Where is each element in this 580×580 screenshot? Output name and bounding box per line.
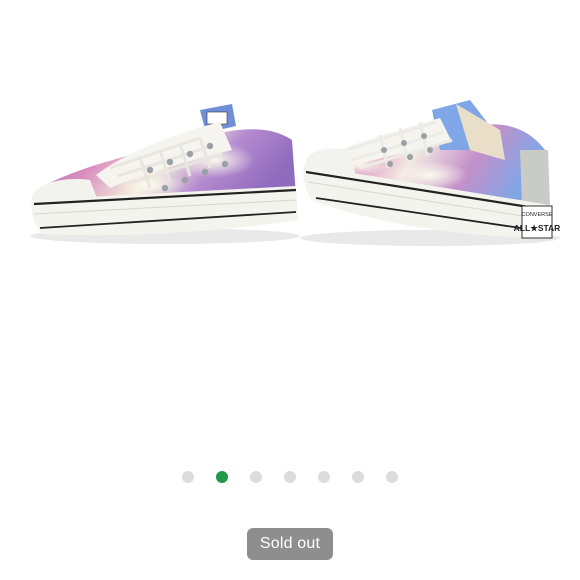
heel-tag-brand: CONVERSE bbox=[522, 212, 553, 218]
sneakers-illustration: CONVERSE ALL★STAR bbox=[30, 100, 560, 246]
sold-out-badge: Sold out bbox=[247, 528, 333, 560]
carousel-dot-1[interactable] bbox=[182, 471, 194, 483]
carousel-dot-7[interactable] bbox=[386, 471, 398, 483]
carousel-dot-2[interactable] bbox=[216, 471, 228, 483]
heel-tag bbox=[521, 205, 553, 239]
carousel-dot-6[interactable] bbox=[352, 471, 364, 483]
carousel-pagination bbox=[0, 470, 580, 484]
product-screen: CONVERSE ALL★STAR Sold out bbox=[0, 0, 580, 580]
left-shoe bbox=[30, 104, 300, 244]
carousel-dot-3[interactable] bbox=[250, 471, 262, 483]
carousel-dot-4[interactable] bbox=[284, 471, 296, 483]
carousel-dot-5[interactable] bbox=[318, 471, 330, 483]
product-photo[interactable]: CONVERSE ALL★STAR bbox=[0, 0, 580, 440]
heel-tag-model: ALL★STAR bbox=[514, 223, 561, 233]
right-shoe: CONVERSE ALL★STAR bbox=[300, 100, 560, 246]
